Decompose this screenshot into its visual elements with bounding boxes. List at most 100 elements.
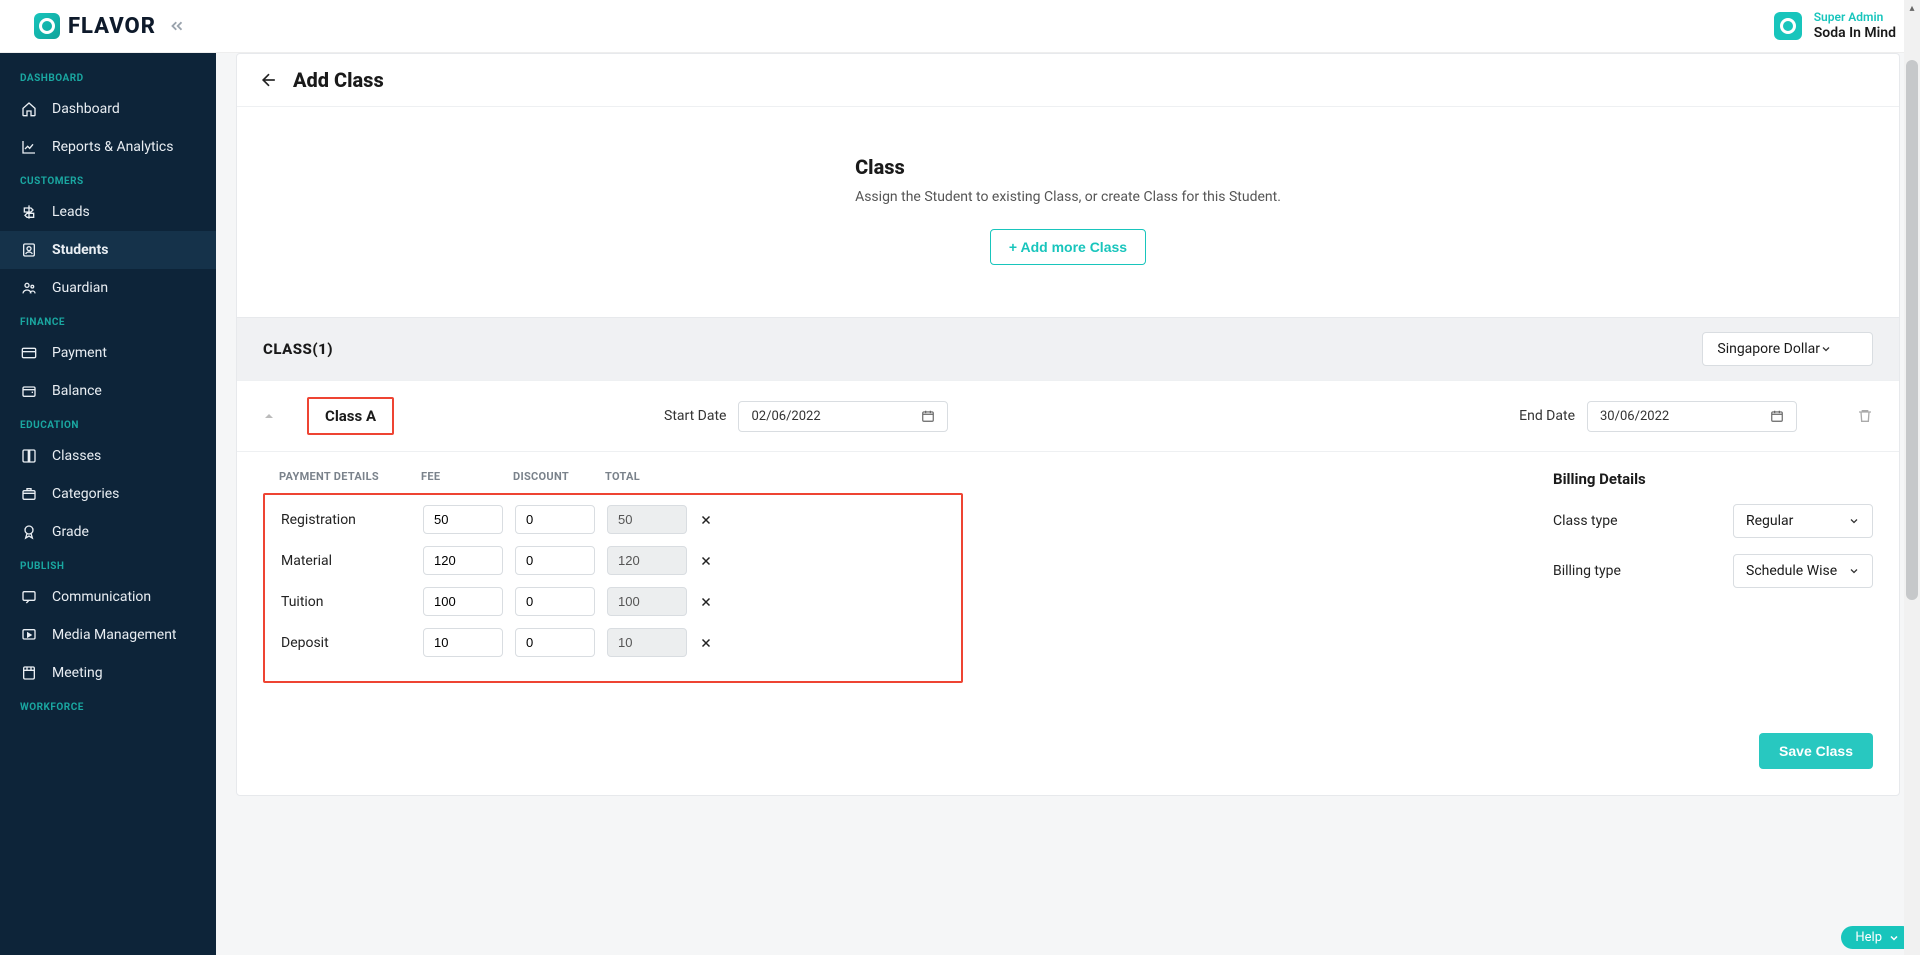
- total-output: [607, 505, 687, 534]
- sidebar-item-label: Leads: [52, 204, 90, 220]
- sidebar-item-label: Classes: [52, 448, 101, 464]
- section-sub: Assign the Student to existing Class, or…: [855, 189, 1281, 205]
- brand-name: FLAVOR: [68, 14, 156, 39]
- chat-icon: [20, 588, 38, 606]
- page-title: Add Class: [293, 68, 384, 92]
- end-date-value: 30/06/2022: [1600, 409, 1669, 424]
- scrollbar[interactable]: ▴: [1904, 0, 1920, 955]
- book-icon: [20, 447, 38, 465]
- end-date-input[interactable]: 30/06/2022: [1587, 401, 1797, 432]
- sidebar-item-label: Guardian: [52, 280, 108, 296]
- payment-header-row: PAYMENT DETAILS FEE DISCOUNT TOTAL: [263, 470, 963, 493]
- class-strip-title: CLASS(1): [263, 340, 333, 358]
- discount-input[interactable]: [515, 505, 595, 534]
- sidebar-item-label: Dashboard: [52, 101, 120, 117]
- user-role: Super Admin: [1814, 10, 1896, 24]
- discount-input[interactable]: [515, 546, 595, 575]
- sidebar-item-guardian[interactable]: Guardian: [0, 269, 216, 307]
- start-date-value: 02/06/2022: [751, 409, 820, 424]
- media-icon: [20, 626, 38, 644]
- sidebar-item-reports-analytics[interactable]: Reports & Analytics: [0, 128, 216, 166]
- chart-icon: [20, 138, 38, 156]
- total-output: [607, 628, 687, 657]
- topbar: FLAVOR Super Admin Soda In Mind: [0, 0, 1920, 53]
- sidebar-item-media-management[interactable]: Media Management: [0, 616, 216, 654]
- class-type-select[interactable]: Regular: [1733, 504, 1873, 538]
- card-icon: [20, 344, 38, 362]
- sidebar-section-label: PUBLISH: [0, 551, 216, 578]
- user-meta: Super Admin Soda In Mind: [1814, 10, 1896, 41]
- sidebar-item-leads[interactable]: Leads: [0, 193, 216, 231]
- save-class-button[interactable]: Save Class: [1759, 733, 1873, 769]
- currency-select[interactable]: Singapore Dollar: [1702, 332, 1873, 366]
- class-strip: CLASS(1) Singapore Dollar: [237, 318, 1899, 380]
- billing-type-select[interactable]: Schedule Wise: [1733, 554, 1873, 588]
- chevron-down-icon: [1820, 343, 1832, 355]
- chevron-down-icon: [1848, 515, 1860, 527]
- collapse-row-button[interactable]: [263, 410, 277, 422]
- class-row: Class A Start Date 02/06/2022 En: [237, 380, 1899, 451]
- sidebar-item-label: Balance: [52, 383, 102, 399]
- guardian-icon: [20, 279, 38, 297]
- calendar-icon: [921, 409, 935, 423]
- sidebar-item-students[interactable]: Students: [0, 231, 216, 269]
- start-date-input[interactable]: 02/06/2022: [738, 401, 948, 432]
- meeting-icon: [20, 664, 38, 682]
- col-fee: FEE: [421, 470, 501, 483]
- col-discount: DISCOUNT: [513, 470, 593, 483]
- class-type-value: Regular: [1746, 513, 1793, 529]
- sidebar-item-payment[interactable]: Payment: [0, 334, 216, 372]
- remove-row-button[interactable]: [699, 636, 739, 650]
- total-output: [607, 546, 687, 575]
- sidebar-item-dashboard[interactable]: Dashboard: [0, 90, 216, 128]
- fee-input[interactable]: [423, 505, 503, 534]
- start-date-label: Start Date: [664, 408, 726, 424]
- signpost-icon: [20, 203, 38, 221]
- end-date-label: End Date: [1519, 408, 1575, 424]
- class-name: Class A: [307, 397, 394, 435]
- sidebar-section-label: DASHBOARD: [0, 63, 216, 90]
- payment-row: Deposit: [281, 628, 945, 657]
- sidebar-section-label: FINANCE: [0, 307, 216, 334]
- fee-input[interactable]: [423, 587, 503, 616]
- sidebar-item-balance[interactable]: Balance: [0, 372, 216, 410]
- sidebar-item-categories[interactable]: Categories: [0, 475, 216, 513]
- payment-row: Registration: [281, 505, 945, 534]
- fee-input[interactable]: [423, 546, 503, 575]
- billing-details: Billing Details Class type Regular: [1553, 470, 1873, 683]
- sidebar-item-classes[interactable]: Classes: [0, 437, 216, 475]
- payment-label: Registration: [281, 512, 411, 528]
- billing-type-label: Billing type: [1553, 563, 1621, 579]
- sidebar-item-label: Payment: [52, 345, 107, 361]
- scrollbar-thumb[interactable]: [1906, 60, 1918, 600]
- payment-label: Material: [281, 553, 411, 569]
- sidebar-item-label: Media Management: [52, 627, 177, 643]
- currency-value: Singapore Dollar: [1717, 341, 1820, 357]
- fee-input[interactable]: [423, 628, 503, 657]
- sidebar-item-meeting[interactable]: Meeting: [0, 654, 216, 692]
- back-button[interactable]: [259, 70, 279, 90]
- sidebar-item-label: Communication: [52, 589, 151, 605]
- sidebar-item-grade[interactable]: Grade: [0, 513, 216, 551]
- col-payment-details: PAYMENT DETAILS: [279, 470, 409, 483]
- payment-label: Tuition: [281, 594, 411, 610]
- main-content: Add Class Class Assign the Student to ex…: [216, 53, 1920, 955]
- user-name: Soda In Mind: [1814, 25, 1896, 42]
- sidebar-item-label: Meeting: [52, 665, 103, 681]
- avatar[interactable]: [1774, 12, 1802, 40]
- remove-row-button[interactable]: [699, 513, 739, 527]
- scroll-up-icon: ▴: [1904, 0, 1920, 16]
- add-more-class-button[interactable]: + Add more Class: [990, 229, 1146, 265]
- sidebar-section-label: CUSTOMERS: [0, 166, 216, 193]
- discount-input[interactable]: [515, 628, 595, 657]
- box-icon: [20, 485, 38, 503]
- discount-input[interactable]: [515, 587, 595, 616]
- remove-row-button[interactable]: [699, 595, 739, 609]
- sidebar-item-communication[interactable]: Communication: [0, 578, 216, 616]
- remove-row-button[interactable]: [699, 554, 739, 568]
- delete-class-button[interactable]: [1857, 408, 1873, 424]
- payment-row: Material: [281, 546, 945, 575]
- calendar-icon: [1770, 409, 1784, 423]
- collapse-sidebar-button[interactable]: [168, 17, 186, 35]
- payment-table: Registration Material Tuition Deposit: [263, 493, 963, 683]
